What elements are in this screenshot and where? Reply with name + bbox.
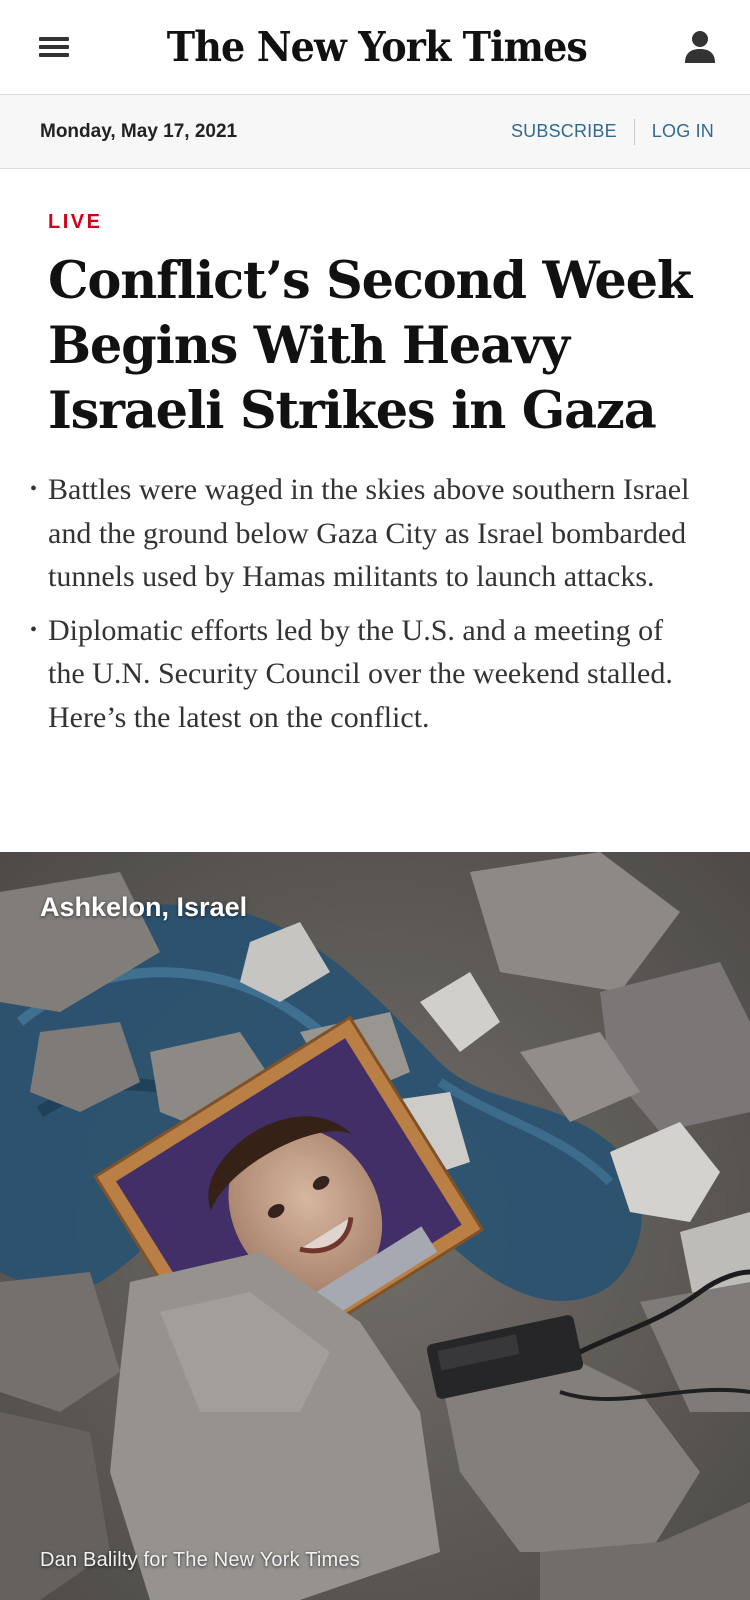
login-link[interactable]: LOG IN: [652, 121, 714, 142]
subscribe-link[interactable]: SUBSCRIBE: [511, 121, 617, 142]
live-label: LIVE: [48, 211, 103, 233]
bullet-icon: •: [30, 618, 38, 641]
summary-text: Diplomatic efforts led by the U.S. and a…: [48, 613, 673, 734]
summary-text: Battles were waged in the skies above so…: [48, 473, 690, 593]
masthead: The New York Times: [0, 0, 750, 95]
rubble-photo-illustration: [0, 852, 750, 1600]
bullet-icon: •: [30, 478, 38, 500]
photo-credit: Dan Balilty for The New York Times: [40, 1549, 360, 1571]
photo-location-label: Ashkelon, Israel: [40, 892, 248, 922]
nyt-logo[interactable]: The New York Times: [167, 23, 588, 71]
headline[interactable]: Conflict’s Second Week Begins With Heavy…: [48, 249, 702, 444]
user-account-icon[interactable]: [684, 30, 716, 64]
date-subscribe-bar: Monday, May 17, 2021 SUBSCRIBE LOG IN: [0, 95, 750, 169]
hamburger-menu-icon[interactable]: [38, 35, 70, 59]
auth-links: SUBSCRIBE LOG IN: [511, 118, 714, 145]
summary-item: • Battles were waged in the skies above …: [30, 468, 702, 599]
auth-divider: [633, 118, 635, 145]
current-date: Monday, May 17, 2021: [40, 120, 238, 142]
summary-item: • Diplomatic efforts led by the U.S. and…: [30, 609, 702, 740]
lead-photo[interactable]: Ashkelon, Israel Dan Balilty for The New…: [0, 852, 750, 1600]
article-header: LIVE Conflict’s Second Week Begins With …: [0, 211, 750, 739]
summary-list: • Battles were waged in the skies above …: [30, 468, 702, 740]
